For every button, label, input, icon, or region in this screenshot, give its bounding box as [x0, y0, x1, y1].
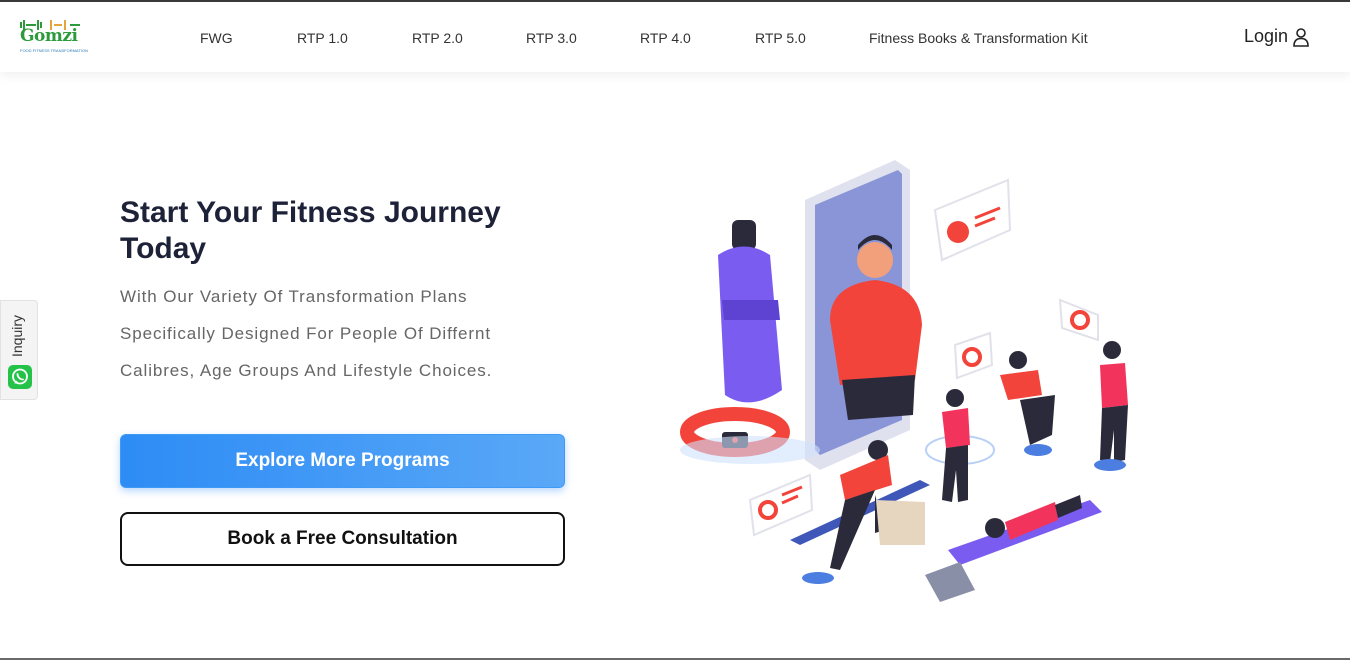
book-consultation-button[interactable]: Book a Free Consultation [120, 512, 565, 566]
inquiry-tab[interactable]: Inquiry [0, 300, 38, 400]
fitness-illustration [680, 160, 1128, 602]
login-button[interactable]: Login [1244, 26, 1310, 47]
explore-programs-button[interactable]: Explore More Programs [120, 434, 565, 488]
nav-rtp-1[interactable]: RTP 1.0 [297, 30, 348, 46]
nav-rtp-3[interactable]: RTP 3.0 [526, 30, 577, 46]
water-bottle-illustration [718, 220, 782, 403]
nav-rtp-4[interactable]: RTP 4.0 [640, 30, 691, 46]
nav-fitness-books[interactable]: Fitness Books & Transformation Kit [869, 30, 1088, 46]
hero-subtitle-line: Specifically Designed For People Of Diff… [120, 324, 491, 343]
login-label: Login [1243, 26, 1288, 46]
logo[interactable]: Gomzi FOOD FITNESS TRANSFORMATION [18, 18, 88, 58]
hero-title: Start Your Fitness Journey Today [120, 196, 501, 265]
navbar: Gomzi FOOD FITNESS TRANSFORMATION FWG RT… [0, 2, 1350, 72]
nav-rtp-2[interactable]: RTP 2.0 [412, 30, 463, 46]
user-icon [1293, 27, 1309, 47]
hero-subtitle: With Our Variety Of Transformation Plans… [120, 278, 560, 389]
fitness-band-illustration [680, 407, 820, 464]
nav-fwg[interactable]: FWG [200, 30, 233, 46]
logo-tagline: FOOD FITNESS TRANSFORMATION [20, 48, 88, 53]
nav-rtp-5[interactable]: RTP 5.0 [755, 30, 806, 46]
notification-bubbles [748, 178, 1099, 537]
hero-subtitle-line: With Our Variety Of Transformation Plans [120, 287, 468, 306]
whatsapp-icon [8, 365, 32, 389]
hero-subtitle-line: Calibres, Age Groups And Lifestyle Choic… [120, 361, 493, 380]
logo-brand-text: Gomzi [20, 26, 78, 46]
inquiry-label: Inquiry [9, 314, 25, 357]
